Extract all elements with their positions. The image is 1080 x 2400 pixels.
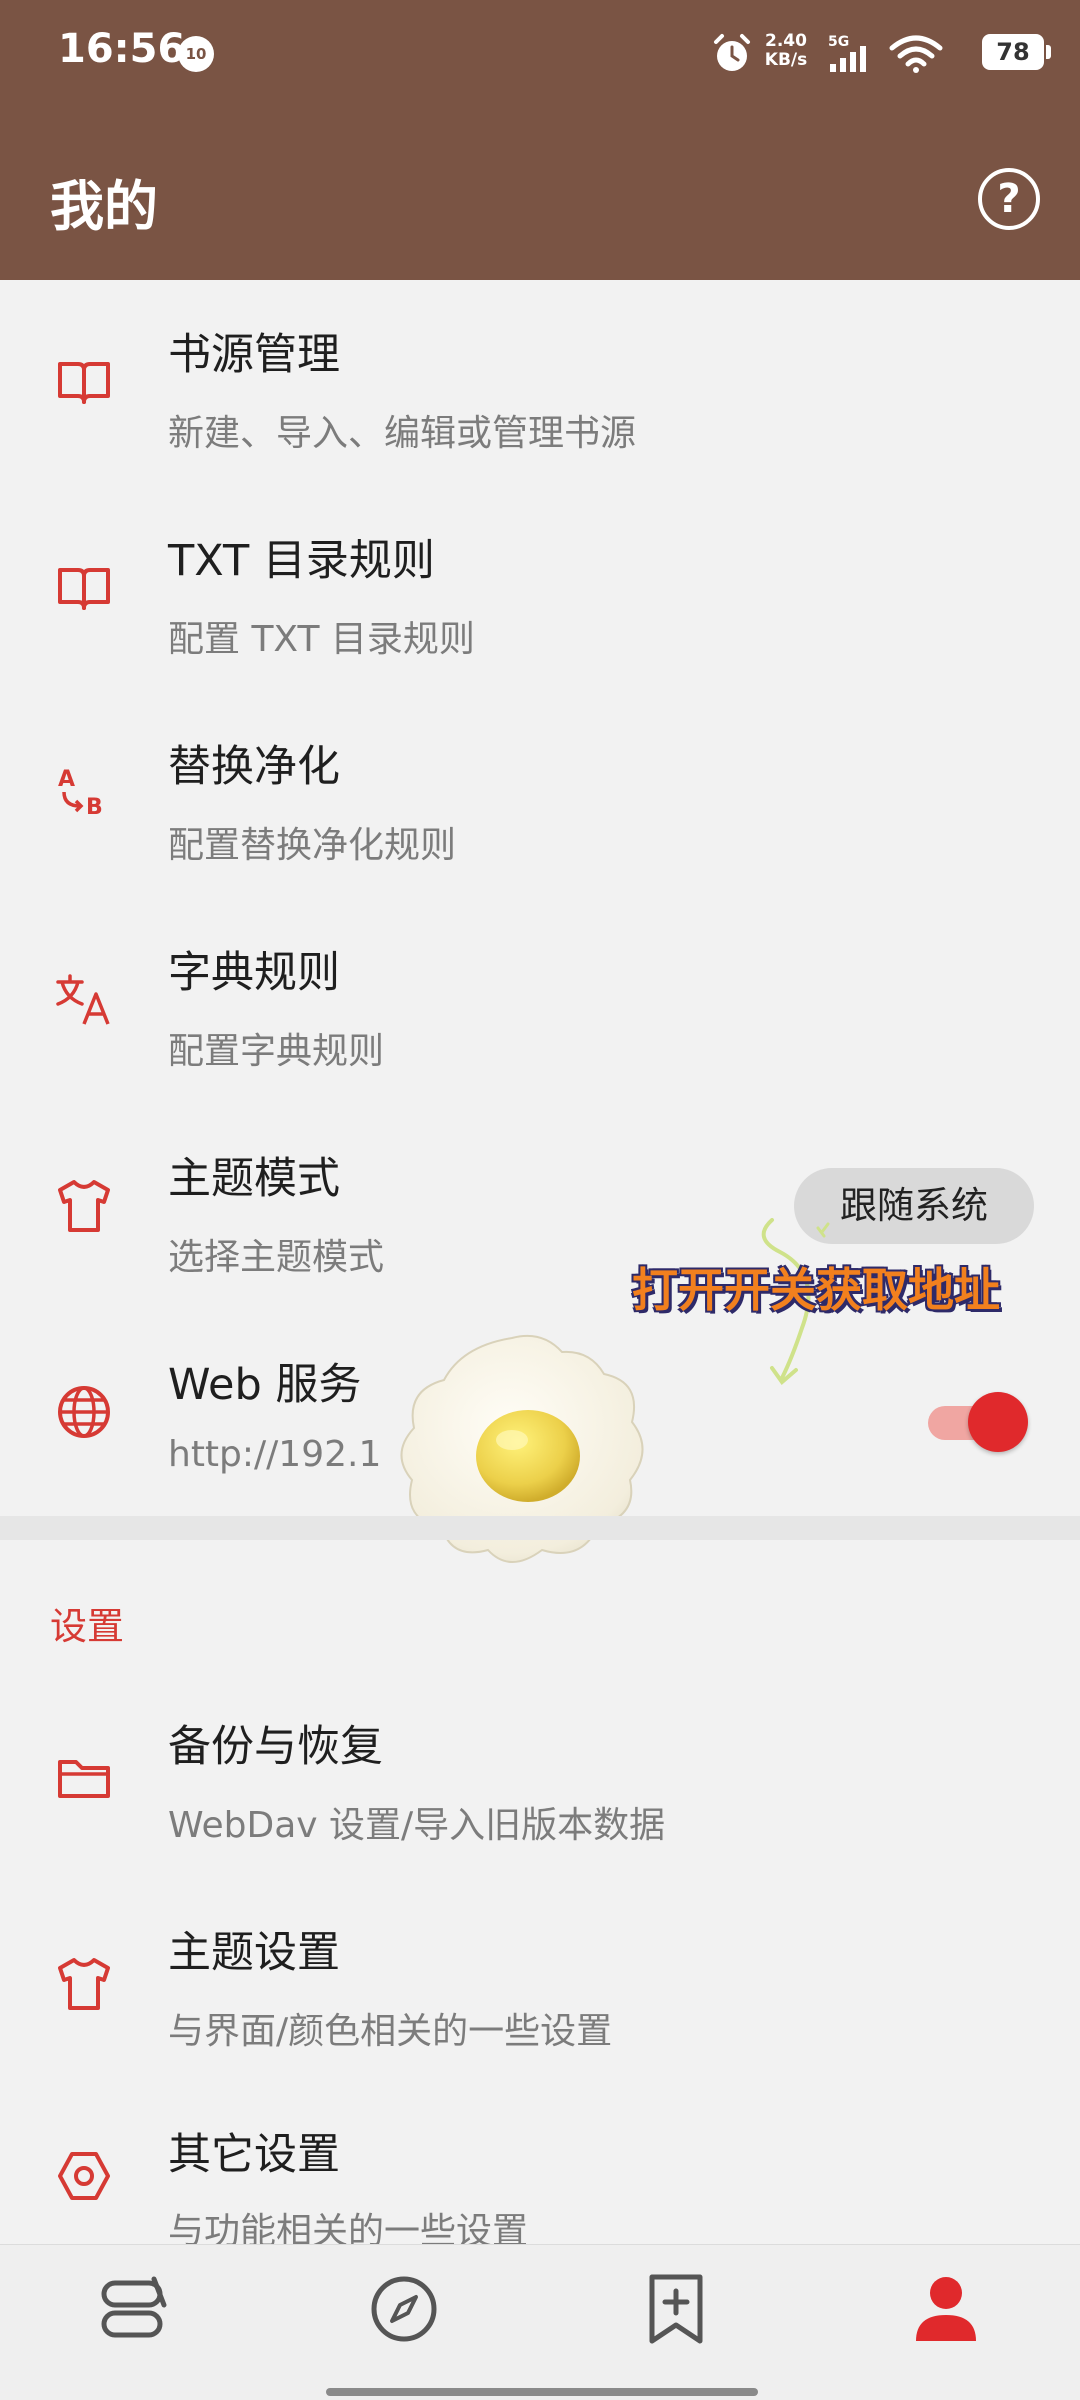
status-time: 16:56 <box>58 26 186 72</box>
network-type-text: 5G <box>828 34 849 50</box>
list-item-theme-settings[interactable]: 主题设置 与界面/颜色相关的一些设置 <box>0 1882 1080 2088</box>
bookshelf-icon[interactable] <box>94 2269 174 2349</box>
help-circle-icon: ? <box>997 176 1021 222</box>
item-subtitle: 新建、导入、编辑或管理书源 <box>168 413 637 454</box>
item-subtitle: 配置 TXT 目录规则 <box>168 619 475 660</box>
item-subtitle: 选择主题模式 <box>168 1237 385 1278</box>
item-subtitle: 配置替换净化规则 <box>168 825 457 866</box>
item-subtitle: 与界面/颜色相关的一些设置 <box>168 2011 613 2052</box>
item-title: 替换净化 <box>168 742 340 792</box>
toggle-thumb <box>968 1392 1028 1452</box>
svg-text:B: B <box>86 795 103 820</box>
cellular-5g-icon: 5G <box>828 34 866 72</box>
list-item-dictionary-rules[interactable]: 字典规则 配置字典规则 <box>0 898 1080 1104</box>
item-title: 主题模式 <box>168 1154 340 1204</box>
overlay-annotation-text: 打开开关获取地址 <box>632 1263 1000 1317</box>
shirt-icon <box>58 1180 110 1232</box>
book-icon <box>58 362 110 404</box>
item-subtitle: 配置字典规则 <box>168 1031 385 1072</box>
item-title: TXT 目录规则 <box>168 536 435 586</box>
status-bar: 16:56 10 2.40 KB/s 5G 78 <box>0 0 1080 110</box>
svg-text:A: A <box>58 767 75 792</box>
list-item-book-source[interactable]: 书源管理 新建、导入、编辑或管理书源 <box>0 280 1080 486</box>
top-app-bar: 16:56 10 2.40 KB/s 5G 78 我的 ? <box>0 0 1080 280</box>
app-root: 16:56 10 2.40 KB/s 5G 78 我的 ? 书源管理 新建、导入… <box>0 0 1080 2400</box>
net-speed-value: 2.40 <box>765 31 807 51</box>
person-icon[interactable] <box>906 2269 986 2349</box>
translate-icon <box>56 974 110 1025</box>
notification-count-badge: 10 <box>178 36 214 72</box>
bookmark-add-icon[interactable] <box>636 2269 716 2349</box>
wifi-icon <box>889 35 943 73</box>
bottom-navigation <box>0 2244 1080 2400</box>
list-item-txt-toc-rules[interactable]: TXT 目录规则 配置 TXT 目录规则 <box>0 486 1080 692</box>
battery-indicator: 78 <box>982 34 1051 70</box>
alarm-clock-icon <box>714 34 750 71</box>
item-title: 备份与恢复 <box>168 1722 383 1772</box>
shirt-icon <box>58 1958 110 2010</box>
page-title: 我的 <box>50 175 158 238</box>
status-icons: 2.40 KB/s 5G 78 <box>644 30 1051 80</box>
folder-icon <box>58 1760 110 1798</box>
section-header-settings: 设置 <box>50 1605 124 1648</box>
section-divider <box>0 1516 1080 1540</box>
net-speed: 2.40 KB/s <box>758 32 814 70</box>
list-item-backup-restore[interactable]: 备份与恢复 WebDav 设置/导入旧版本数据 <box>0 1676 1080 1882</box>
replace-a-b-icon: A B <box>58 767 103 820</box>
item-title: Web 服务 <box>168 1360 362 1410</box>
item-title: 主题设置 <box>168 1928 340 1978</box>
home-indicator[interactable] <box>326 2388 758 2396</box>
net-speed-unit: KB/s <box>764 50 808 70</box>
globe-icon <box>58 1386 110 1438</box>
book-icon <box>58 568 110 610</box>
web-service-address: http://192.1 <box>168 1434 382 1475</box>
item-title: 字典规则 <box>168 948 340 998</box>
hexagon-settings-icon <box>58 2152 110 2200</box>
compass-icon[interactable] <box>364 2269 444 2349</box>
item-title: 其它设置 <box>168 2130 340 2180</box>
item-title: 书源管理 <box>168 330 340 380</box>
web-service-toggle[interactable] <box>928 1392 1028 1452</box>
help-button[interactable]: ? <box>978 168 1040 230</box>
list-item-replace-rules[interactable]: A B 替换净化 配置替换净化规则 <box>0 692 1080 898</box>
item-subtitle: WebDav 设置/导入旧版本数据 <box>168 1805 666 1846</box>
